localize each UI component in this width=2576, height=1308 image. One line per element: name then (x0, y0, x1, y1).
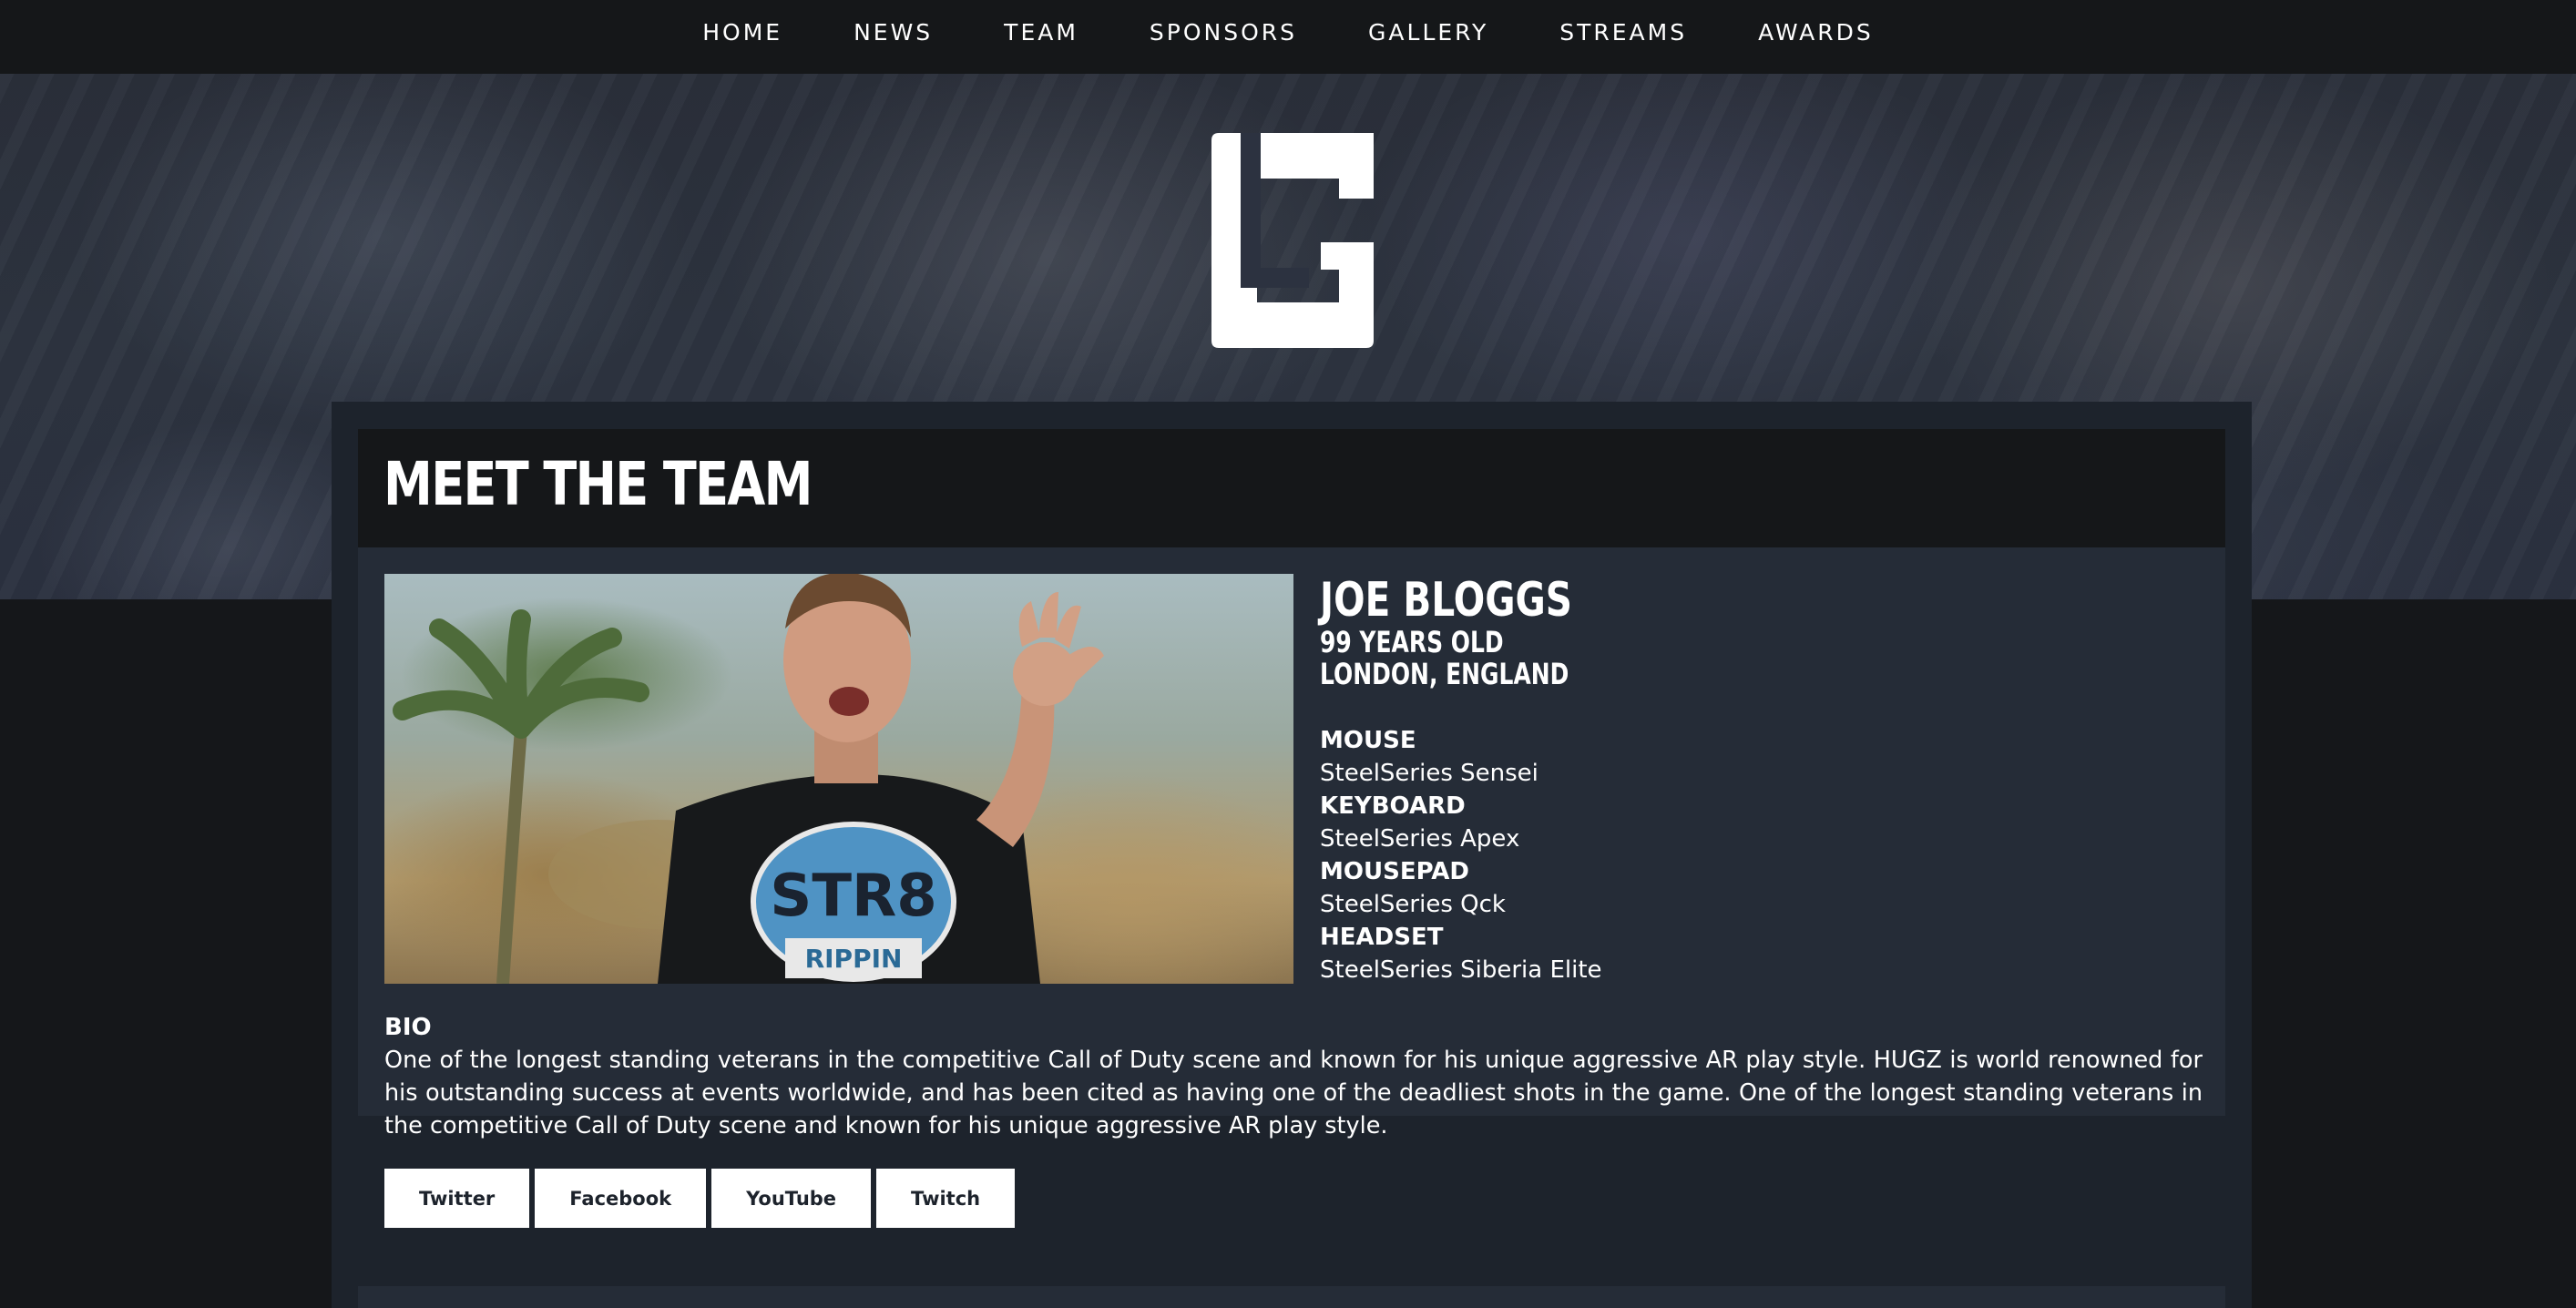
content-panel: MEET THE TEAM STR8 RIPPIN JOE BLOGGS 99 … (332, 402, 2252, 1308)
player-figure: STR8 RIPPIN (658, 574, 1104, 984)
team-logo-icon[interactable] (1211, 133, 1374, 348)
player-location: LONDON, ENGLAND (1320, 657, 1569, 691)
nav-item-awards[interactable]: AWARDS (1758, 19, 1874, 46)
nav-menu: HOME NEWS TEAM SPONSORS GALLERY STREAMS … (0, 0, 2576, 64)
gear-list: MOUSE SteelSeries Sensei KEYBOARD SteelS… (1320, 724, 2194, 986)
player-bio: BIO One of the longest standing veterans… (384, 1011, 2203, 1142)
social-links: Twitter Facebook YouTube Twitch (384, 1169, 1016, 1228)
gear-label-mousepad: MOUSEPAD (1320, 858, 1469, 885)
nav-item-sponsors[interactable]: SPONSORS (1150, 19, 1297, 46)
player-age: 99 YEARS OLD (1320, 625, 1504, 659)
next-player-card (358, 1286, 2225, 1308)
gear-label-headset: HEADSET (1320, 924, 1444, 951)
gear-label-keyboard: KEYBOARD (1320, 792, 1466, 820)
shirt-text-bottom: RIPPIN (805, 944, 903, 974)
player-card: STR8 RIPPIN JOE BLOGGS 99 YEARS OLD LOND… (358, 547, 2225, 1228)
gear-value-mousepad: SteelSeries Qck (1320, 891, 1506, 918)
gear-value-keyboard: SteelSeries Apex (1320, 825, 1520, 853)
gear-value-headset: SteelSeries Siberia Elite (1320, 956, 1602, 984)
gear-value-mouse: SteelSeries Sensei (1320, 760, 1538, 787)
player-name: JOE BLOGGS (1320, 573, 1572, 628)
section-title: MEET THE TEAM (383, 449, 813, 519)
nav-item-news[interactable]: NEWS (854, 19, 933, 46)
nav-item-team[interactable]: TEAM (1004, 19, 1078, 46)
twitch-button[interactable]: Twitch (876, 1169, 1016, 1228)
nav-item-gallery[interactable]: GALLERY (1368, 19, 1488, 46)
bio-label: BIO (384, 1014, 432, 1041)
section-header: MEET THE TEAM (358, 429, 2225, 547)
shirt-text-top: STR8 (770, 863, 937, 930)
player-photo: STR8 RIPPIN (384, 574, 1293, 984)
top-nav: HOME NEWS TEAM SPONSORS GALLERY STREAMS … (0, 0, 2576, 74)
player-info: JOE BLOGGS 99 YEARS OLD LONDON, ENGLAND … (1320, 574, 2194, 986)
facebook-button[interactable]: Facebook (535, 1169, 707, 1228)
nav-item-home[interactable]: HOME (702, 19, 782, 46)
nav-item-streams[interactable]: STREAMS (1559, 19, 1687, 46)
twitter-button[interactable]: Twitter (384, 1169, 530, 1228)
gear-label-mouse: MOUSE (1320, 727, 1416, 754)
youtube-button[interactable]: YouTube (711, 1169, 872, 1228)
bio-text: One of the longest standing veterans in … (384, 1047, 2203, 1139)
